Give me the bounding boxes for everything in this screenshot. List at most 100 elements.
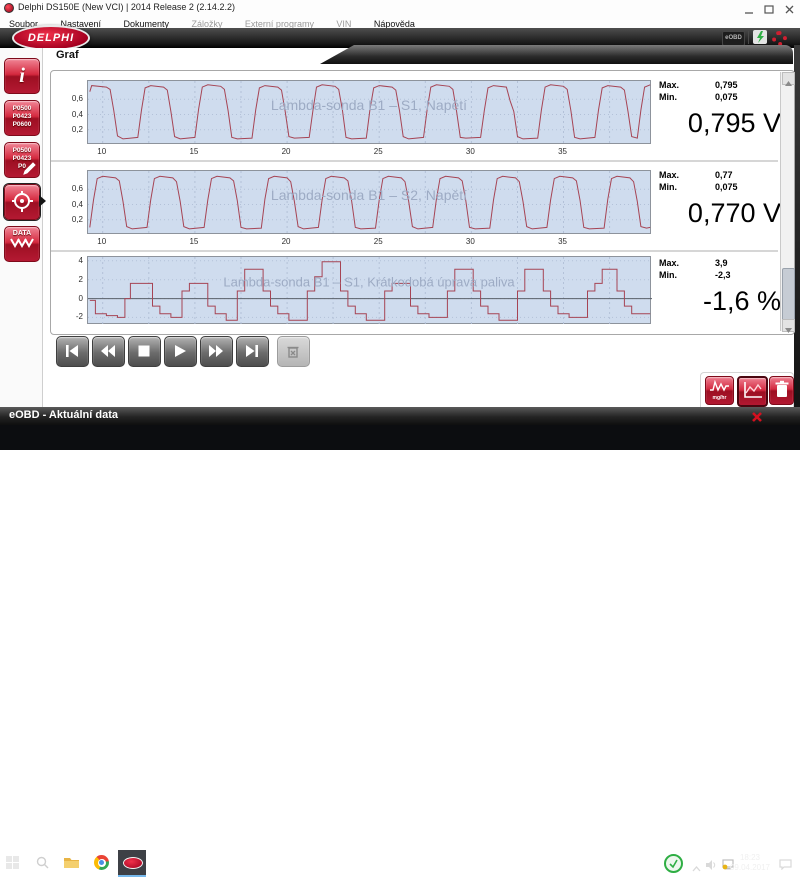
y-tick-label: 0,6 <box>57 94 83 103</box>
min-value: 0,075 <box>715 182 738 192</box>
read-dtc-button[interactable]: P0500 P0423 P0600 <box>4 100 40 136</box>
x-tick-label: 30 <box>459 237 481 246</box>
x-tick-label: 15 <box>183 147 205 156</box>
delete-button[interactable] <box>769 376 794 405</box>
exit-button[interactable] <box>751 410 763 422</box>
y-tick-label: 0,4 <box>57 110 83 119</box>
x-tick-label: 25 <box>367 147 389 156</box>
band-divider <box>748 31 749 44</box>
chart-plot-lambda-s2: Lambda-sonda B1 – S2, Napětí <box>87 170 651 234</box>
play-icon <box>172 343 188 359</box>
scroll-down-arrow[interactable] <box>782 319 795 332</box>
tab-strip-background <box>320 45 793 64</box>
y-tick-label: 0,4 <box>57 200 83 209</box>
title-bar: Delphi DS150E (New VCI) | 2014 Release 2… <box>0 0 800 15</box>
maximize-button[interactable] <box>762 2 776 12</box>
dtc-codes-icon: P0500 P0423 P0600 <box>5 101 39 129</box>
windows-logo-icon <box>6 856 19 869</box>
skip-start-icon <box>64 343 80 359</box>
chart-info: Max.0,795 Min.0,075 0,795 V <box>659 76 781 154</box>
live-data-button[interactable]: DATA <box>4 226 40 262</box>
taskbar-clock[interactable]: 18:23 09.04.2017 <box>724 853 776 872</box>
status-bar: eOBD - Aktuální data <box>0 407 800 425</box>
scrollbar-thumb[interactable] <box>782 268 795 322</box>
fast-forward-button[interactable] <box>200 336 233 367</box>
taskbar-delphi-app[interactable] <box>118 850 146 877</box>
active-page-arrow-icon <box>39 195 46 207</box>
action-center-button[interactable] <box>779 857 792 875</box>
x-tick-label: 20 <box>275 147 297 156</box>
max-value: 0,795 <box>715 80 738 90</box>
chart-info: Max.0,77 Min.0,075 0,770 V <box>659 166 781 244</box>
menu-bar: Soubor Nastavení Dokumenty Záložky Exter… <box>0 14 800 29</box>
data-icon: DATA <box>5 227 39 237</box>
y-tick-label: 2 <box>57 275 83 284</box>
trash-x-icon <box>285 343 301 359</box>
units-button[interactable]: mg/hr <box>705 376 734 405</box>
tray-expand-chevron[interactable] <box>692 859 701 877</box>
chart-plot-fuel-trim: Lambda-sonda B1 – S1, Krátkodobá úprava … <box>87 256 651 324</box>
chart-row-lambda-s1: Lambda-sonda B1 – S1, Napětí Max.0,795 M… <box>51 72 778 162</box>
y-tick-label: 4 <box>57 256 83 265</box>
status-ring-icon <box>772 31 787 46</box>
skip-to-end-button[interactable] <box>236 336 269 367</box>
current-reading: -1,6 % <box>641 286 781 317</box>
x-tick-label: 10 <box>91 237 113 246</box>
play-button[interactable] <box>164 336 197 367</box>
clear-recording-button[interactable] <box>277 336 310 367</box>
current-reading: 0,795 V <box>641 108 781 139</box>
current-reading: 0,770 V <box>641 198 781 229</box>
chart-watermark: Lambda-sonda B1 – S1, Krátkodobá úprava … <box>88 275 650 290</box>
volume-icon[interactable] <box>706 857 717 875</box>
chart-row-fuel-trim: Lambda-sonda B1 – S1, Krátkodobá úprava … <box>51 252 778 332</box>
y-tick-label: 0 <box>57 294 83 303</box>
stop-icon <box>136 343 152 359</box>
start-button[interactable] <box>6 856 19 881</box>
max-value: 0,77 <box>715 170 733 180</box>
chart-row-lambda-s2: Lambda-sonda B1 – S2, Napětí Max.0,77 Mi… <box>51 162 778 252</box>
x-tick-label: 35 <box>552 237 574 246</box>
min-value: -2,3 <box>715 270 731 280</box>
file-explorer-button[interactable] <box>64 856 79 881</box>
vertical-scrollbar <box>780 72 794 331</box>
units-label: mg/hr <box>706 395 733 401</box>
window-title: Delphi DS150E (New VCI) | 2014 Release 2… <box>18 2 235 12</box>
live-measurement-button[interactable] <box>4 184 40 220</box>
rewind-icon <box>100 343 116 359</box>
folder-icon <box>64 856 79 869</box>
skip-end-icon <box>244 343 260 359</box>
status-text: eOBD - Aktuální data <box>9 409 118 421</box>
minimize-button[interactable] <box>742 2 756 12</box>
min-value: 0,075 <box>715 92 738 102</box>
clock-date: 09.04.2017 <box>724 863 776 873</box>
red-close-icon <box>751 411 763 423</box>
y-tick-label: 0,6 <box>57 184 83 193</box>
stop-button[interactable] <box>128 336 161 367</box>
x-tick-label: 15 <box>183 237 205 246</box>
app-icon <box>4 3 14 13</box>
x-tick-label: 25 <box>367 237 389 246</box>
sidebar: i P0500 P0423 P0600 P0500 P0423 P0 DATA <box>0 48 43 407</box>
measurement-icon <box>9 189 35 215</box>
chart-info: Max.3,9 Min.-2,3 -1,6 % <box>659 256 781 334</box>
x-tick-label: 35 <box>552 147 574 156</box>
skip-to-start-button[interactable] <box>56 336 89 367</box>
close-button[interactable] <box>782 2 796 12</box>
graph-view-button[interactable] <box>737 376 768 407</box>
chrome-icon <box>98 859 106 867</box>
chart-watermark: Lambda-sonda B1 – S2, Napětí <box>88 187 650 203</box>
chart-plot-lambda-s1: Lambda-sonda B1 – S1, Napětí <box>87 80 651 144</box>
y-tick-label: 0,2 <box>57 125 83 134</box>
info-button[interactable]: i <box>4 58 40 94</box>
erase-dtc-button[interactable]: P0500 P0423 P0 <box>4 142 40 178</box>
tray-vci-icon[interactable] <box>664 854 683 873</box>
search-button[interactable] <box>36 856 49 881</box>
vci-connection-icon[interactable] <box>753 30 767 44</box>
rewind-button[interactable] <box>92 336 125 367</box>
action-center-icon <box>779 859 792 870</box>
chrome-button[interactable] <box>94 855 109 870</box>
y-tick-label: 0,2 <box>57 215 83 224</box>
chart-watermark: Lambda-sonda B1 – S1, Napětí <box>88 97 650 113</box>
scroll-up-arrow[interactable] <box>782 72 795 85</box>
down-arrows-icon <box>9 238 35 250</box>
